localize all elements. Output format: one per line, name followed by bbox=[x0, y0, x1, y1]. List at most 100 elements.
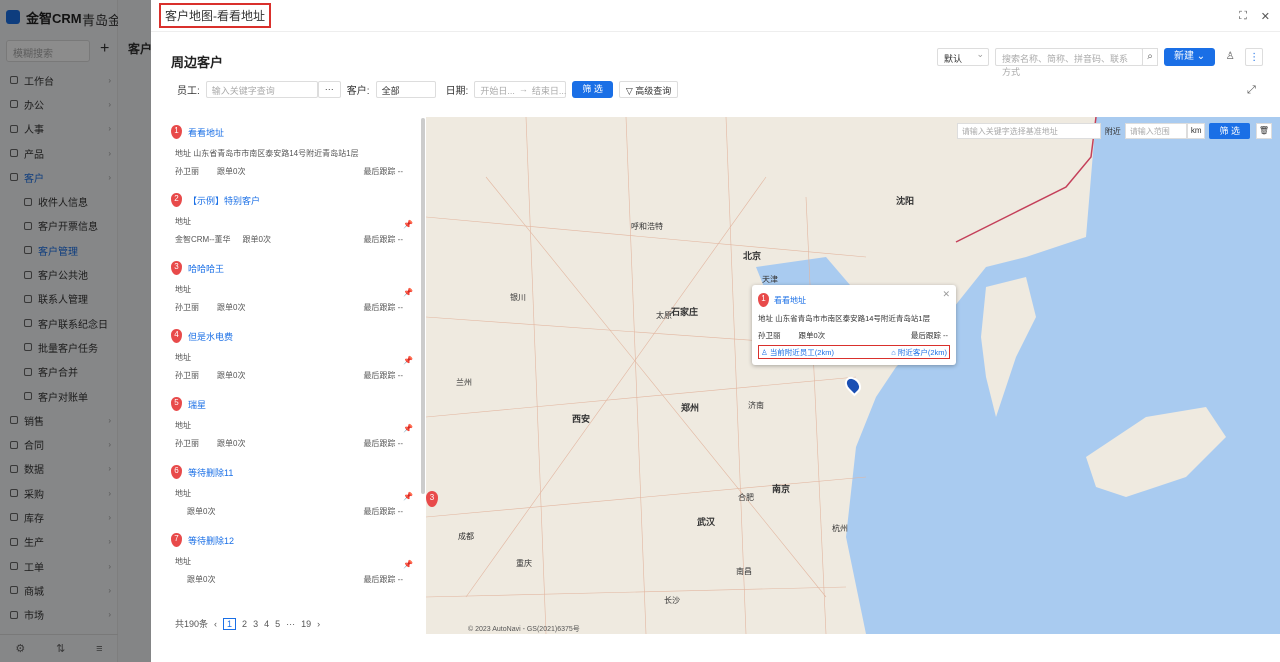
employee-picker-button[interactable]: ··· bbox=[317, 81, 341, 98]
customer-meta: 金智CRM--董华 跟单0次 最后跟踪 -- bbox=[171, 234, 419, 245]
user-icon[interactable]: ♙ bbox=[1221, 48, 1239, 66]
page-number[interactable]: 5 bbox=[275, 619, 280, 629]
customer-meta: 跟单0次 最后跟踪 -- bbox=[171, 574, 419, 585]
customer-address: 地址 bbox=[175, 421, 191, 430]
nearby-customers-link[interactable]: ⌂ 附近客户(2km) bbox=[891, 347, 947, 358]
customer-meta: 孙卫丽 跟单0次 最后跟踪 -- bbox=[171, 438, 419, 449]
advanced-query-button[interactable]: ▽ 高级查询 bbox=[618, 81, 679, 98]
city-label: 呼和浩特 bbox=[631, 222, 663, 231]
fullscreen-icon[interactable]: ⛶ bbox=[1239, 10, 1247, 23]
more-icon[interactable]: ⋮ bbox=[1245, 48, 1264, 66]
page-number[interactable]: 2 bbox=[242, 619, 247, 629]
customer-address: 地址 bbox=[175, 489, 191, 498]
customer-select[interactable]: 全部 bbox=[375, 81, 436, 98]
city-label: 兰州 bbox=[456, 378, 472, 387]
employee-input[interactable]: 输入关键字查询 bbox=[205, 81, 318, 98]
drawer-tools: ⛶ ✕ bbox=[1239, 10, 1270, 23]
next-page-icon[interactable]: › bbox=[317, 619, 320, 629]
pin-number: 6 bbox=[174, 466, 179, 475]
filter-button[interactable]: 筛 选 bbox=[572, 81, 613, 98]
filter-bar: 员工: 输入关键字查询 ··· 客户: 全部 日期: 开始日... → 结束日.… bbox=[177, 81, 679, 98]
crm-app: 金智CRM 青岛金智公司 模糊搜索 + 工作台›办公›人事›产品›客户›收件人信… bbox=[0, 0, 1280, 662]
base-address-input[interactable]: 请输入关键字选择基准地址 bbox=[956, 123, 1101, 139]
customer-list-item[interactable]: 6 等待删除11 地址跟单0次 最后跟踪 -- 📌 bbox=[171, 458, 419, 526]
page-number[interactable]: 3 bbox=[253, 619, 258, 629]
card-header: 7 等待删除12 bbox=[171, 533, 419, 547]
customer-label: 客户: bbox=[346, 86, 370, 97]
range-input[interactable]: 请输入范围 bbox=[1124, 123, 1187, 139]
date-end: 结束日... bbox=[531, 86, 567, 96]
customer-name[interactable]: 【示例】特别客户 bbox=[188, 194, 260, 207]
pin-number: 3 bbox=[174, 262, 179, 271]
nearby-employees-link[interactable]: ♙ 当前附近员工(2km) bbox=[761, 347, 834, 358]
customer-list-item[interactable]: 7 等待删除12 地址 跟单0次 最后跟踪 -- 📌 bbox=[171, 526, 419, 594]
trash-icon[interactable]: 🗑 bbox=[1256, 123, 1272, 139]
city-label: 南昌 bbox=[736, 567, 752, 576]
map-copyright: © 2023 AutoNavi - GS(2021)6375号 bbox=[468, 626, 580, 633]
new-button[interactable]: 新建 ⌄ bbox=[1164, 48, 1216, 66]
page-number[interactable]: 1 bbox=[223, 617, 237, 630]
page-number[interactable]: ··· bbox=[286, 619, 295, 629]
last-follow: 最后跟踪 -- bbox=[363, 167, 403, 176]
date-range-picker[interactable]: 开始日... → 结束日... bbox=[474, 81, 566, 98]
customer-address: 地址 bbox=[175, 217, 191, 226]
customer-search-input[interactable]: 搜索名称、简称、拼音码、联系方式 bbox=[995, 48, 1143, 77]
pin-icon[interactable]: 📌 bbox=[403, 560, 413, 569]
customer-meta: 跟单0次 最后跟踪 -- bbox=[171, 506, 419, 517]
customer-list-item[interactable]: 2 【示例】特别客户地址金智CRM--董华 跟单0次 最后跟踪 -- 📌 bbox=[171, 186, 419, 254]
last-follow: 最后跟踪 -- bbox=[363, 575, 403, 584]
card-header: 3 哈哈哈王 bbox=[171, 261, 419, 275]
customer-address: 地址 山东省青岛市市南区泰安路14号附近青岛站1层 bbox=[175, 149, 359, 158]
card-header: 2 【示例】特别客户 bbox=[171, 193, 419, 207]
search-icon[interactable]: ⌕ bbox=[1142, 48, 1158, 66]
map-pin-icon: 7 bbox=[171, 533, 182, 547]
customer-name[interactable]: 等待删除12 bbox=[188, 534, 234, 547]
map-pin-icon: 5 bbox=[171, 397, 182, 411]
page-number[interactable]: 4 bbox=[264, 619, 269, 629]
page-number[interactable]: 19 bbox=[301, 619, 311, 629]
follow-count: 跟单0次 bbox=[217, 371, 246, 380]
customer-list-item[interactable]: 1 看看地址 地址 山东省青岛市市南区泰安路14号附近青岛站1层 孙卫丽 跟单0次 最后跟… bbox=[171, 118, 419, 186]
pin-icon[interactable]: 📌 bbox=[403, 424, 413, 433]
popup-close-icon[interactable]: ✕ bbox=[942, 289, 950, 300]
new-button-label: 新建 bbox=[1174, 51, 1194, 62]
card-header: 6 等待删除11 bbox=[171, 465, 419, 479]
customer-name[interactable]: 等待删除11 bbox=[188, 466, 233, 479]
customer-name[interactable]: 哈哈哈王 bbox=[188, 262, 224, 275]
map-pin-icon: 4 bbox=[171, 329, 182, 343]
road-network bbox=[426, 117, 867, 634]
customer-name[interactable]: 看看地址 bbox=[188, 126, 224, 139]
city-label: 石家庄 bbox=[671, 307, 699, 317]
city-label: 天津 bbox=[762, 275, 778, 284]
customer-list-item[interactable]: 5 瑞星地址孙卫丽 跟单0次 最后跟踪 -- 📌 bbox=[171, 390, 419, 458]
map-view[interactable]: 呼和浩特 北京 天津 沈阳 石家庄 太原 银川 兰州 西安 郑州 济南 合肥 南京 武汉 杭州 成都 重庆 长沙 南… bbox=[426, 117, 1280, 634]
customer-list-item[interactable]: 3 哈哈哈王 地址 孙卫丽 跟单0次 最后跟踪 -- 📌 bbox=[171, 254, 419, 322]
customer-name[interactable]: 但是水电费 bbox=[188, 330, 233, 343]
view-select[interactable]: 默认 bbox=[937, 48, 989, 66]
city-label: 郑州 bbox=[681, 403, 700, 413]
advanced-query-label: 高级查询 bbox=[635, 86, 672, 96]
close-icon[interactable]: ✕ bbox=[1261, 10, 1270, 23]
customer-name[interactable]: 瑞星 bbox=[188, 398, 206, 411]
map-filter-button[interactable]: 筛 选 bbox=[1209, 123, 1250, 139]
customer-address: 地址 bbox=[175, 557, 191, 566]
prev-page-icon[interactable]: ‹ bbox=[214, 619, 217, 629]
cluster-count: 3 bbox=[429, 493, 435, 502]
pin-icon[interactable]: 📌 bbox=[403, 492, 413, 501]
follow-count: 跟单0次 bbox=[217, 303, 246, 312]
map-pin-icon: 2 bbox=[171, 193, 182, 207]
follow-count: 跟单0次 bbox=[187, 575, 216, 584]
date-label: 日期: bbox=[445, 86, 469, 97]
date-start: 开始日... bbox=[480, 86, 515, 96]
pin-icon[interactable]: 📌 bbox=[403, 288, 413, 297]
popup-customer-name[interactable]: 看看地址 bbox=[774, 295, 806, 306]
city-label: 合肥 bbox=[738, 493, 754, 502]
card-header: 4 但是水电费 bbox=[171, 329, 419, 343]
customer-meta: 孙卫丽 跟单0次 最后跟踪 -- bbox=[171, 166, 419, 177]
customer-list-item[interactable]: 4 但是水电费 地址 孙卫丽 跟单0次 最后跟踪 -- 📌 bbox=[171, 322, 419, 390]
pin-number: 7 bbox=[174, 534, 179, 543]
pin-icon[interactable]: 📌 bbox=[403, 220, 413, 229]
list-scrollbar[interactable] bbox=[421, 118, 425, 494]
pin-icon[interactable]: 📌 bbox=[403, 356, 413, 365]
expand-icon[interactable]: ⤢ bbox=[1247, 84, 1256, 97]
